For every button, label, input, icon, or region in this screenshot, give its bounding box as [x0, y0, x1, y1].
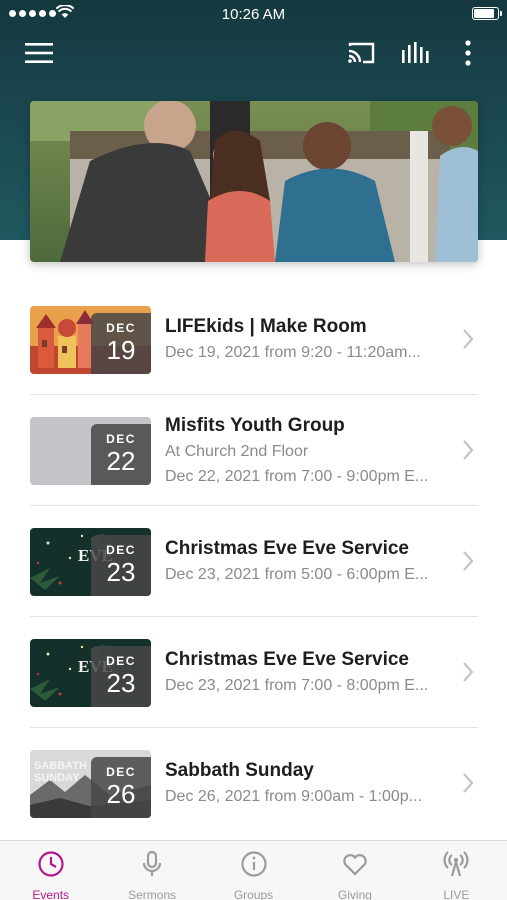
event-title: Sabbath Sunday [165, 760, 314, 781]
cast-icon [348, 42, 375, 64]
hero-image [30, 101, 478, 262]
tab-label: Sermons [128, 888, 177, 900]
date-badge: DEC 19 [91, 313, 151, 374]
status-bar: 10:26 AM [0, 0, 507, 28]
event-text: Sabbath Sunday Dec 26, 2021 from 9:00am -… [165, 728, 444, 839]
chevron-right-icon [463, 551, 474, 571]
more-options-button[interactable] [452, 32, 484, 74]
chevron-right-icon [463, 329, 474, 349]
tab-label: Groups [233, 888, 274, 900]
event-row[interactable]: DEC 22 Misfits Youth Group At Church 2nd Fl… [30, 395, 478, 506]
tab-sermons[interactable]: Sermons [101, 841, 202, 900]
event-text: Misfits Youth Group At Church 2nd Floor De… [165, 395, 444, 506]
event-title: Christmas Eve Eve Service [165, 538, 409, 559]
date-badge: DEC 23 [91, 535, 151, 596]
date-day: 23 [106, 668, 136, 698]
tab-label: LIVE [443, 888, 470, 900]
date-day: 19 [106, 335, 136, 365]
chevron-right-icon [463, 662, 474, 682]
date-day: 23 [106, 557, 136, 587]
tab-bar: Events Sermons Groups Giving LIVE [0, 840, 507, 900]
menu-icon [25, 43, 53, 63]
event-thumbnail: SABBATH SUNDAY DEC 26 [30, 750, 151, 818]
date-badge: DEC 23 [91, 646, 151, 707]
event-detail: Dec 23, 2021 from 7:00 - 8:00pm E... [165, 677, 429, 694]
event-detail: Dec 22, 2021 from 7:00 - 9:00pm E... [165, 467, 429, 485]
tab-label: Giving [337, 888, 372, 900]
date-month: DEC [106, 654, 136, 668]
more-vertical-icon [465, 40, 471, 66]
event-detail: Dec 19, 2021 from 9:20 - 11:20am... [165, 344, 421, 361]
date-month: DEC [106, 765, 136, 779]
date-month: DEC [106, 543, 136, 557]
tab-groups[interactable]: Groups [203, 841, 304, 900]
event-row[interactable]: DEC 19 LIFEkids | Make Room Dec 19, 2021 fr… [30, 284, 478, 395]
event-row[interactable]: EVEDEC23 Christmas Eve Eve Service Dec 23,… [30, 617, 478, 728]
microphone-icon [138, 850, 166, 883]
date-month: DEC [106, 432, 136, 446]
cast-button[interactable] [338, 32, 384, 74]
event-thumbnail: EVEDEC23 [30, 528, 151, 596]
date-badge: DEC 22 [91, 424, 151, 485]
broadcast-icon [442, 850, 470, 883]
event-title: Christmas Eve Eve Service [165, 649, 409, 670]
event-thumbnail: EVEDEC23 [30, 639, 151, 707]
event-row[interactable]: SABBATH SUNDAY DEC 26 Sabbath Sunday Dec 26,… [30, 728, 478, 839]
heart-icon [341, 850, 369, 883]
event-text: LIFEkids | Make Room Dec 19, 2021 from 9:… [165, 284, 444, 395]
date-day: 22 [106, 446, 136, 476]
event-detail: Dec 26, 2021 from 9:00am - 1:00p... [165, 788, 423, 805]
menu-button[interactable] [16, 32, 62, 74]
event-detail: Dec 23, 2021 from 5:00 - 6:00pm E... [165, 566, 429, 583]
chevron-right-icon [463, 773, 474, 793]
tab-events[interactable]: Events [0, 841, 101, 900]
event-text: Christmas Eve Eve Service Dec 23, 2021 fr… [165, 506, 444, 617]
event-title: LIFEkids | Make Room [165, 316, 367, 337]
audio-bars-icon [402, 42, 429, 63]
event-text: Christmas Eve Eve Service Dec 23, 2021 fr… [165, 617, 444, 728]
tab-giving[interactable]: Giving [304, 841, 405, 900]
audio-button[interactable] [392, 32, 438, 74]
event-thumbnail: DEC 22 [30, 417, 151, 485]
event-title: Misfits Youth Group [165, 414, 345, 436]
date-month: DEC [106, 321, 136, 335]
chevron-right-icon [463, 440, 474, 460]
tab-live[interactable]: LIVE [406, 841, 507, 900]
clock-icon [37, 850, 65, 883]
top-nav-bar [0, 32, 507, 74]
event-thumbnail: DEC 19 [30, 306, 151, 374]
event-row[interactable]: EVEDEC23 Christmas Eve Eve Service Dec 23,… [30, 506, 478, 617]
status-time: 10:26 AM [221, 6, 286, 23]
tab-label: Events [32, 888, 70, 900]
date-badge: DEC 26 [91, 757, 151, 818]
date-day: 26 [106, 779, 136, 809]
event-list: DEC 19 LIFEkids | Make Room Dec 19, 2021 fr… [30, 284, 478, 839]
info-icon [240, 850, 268, 883]
event-detail: At Church 2nd Floor [165, 442, 309, 460]
battery-icon [472, 7, 502, 20]
thumb-caption: SABBATH SUNDAY [34, 760, 87, 784]
